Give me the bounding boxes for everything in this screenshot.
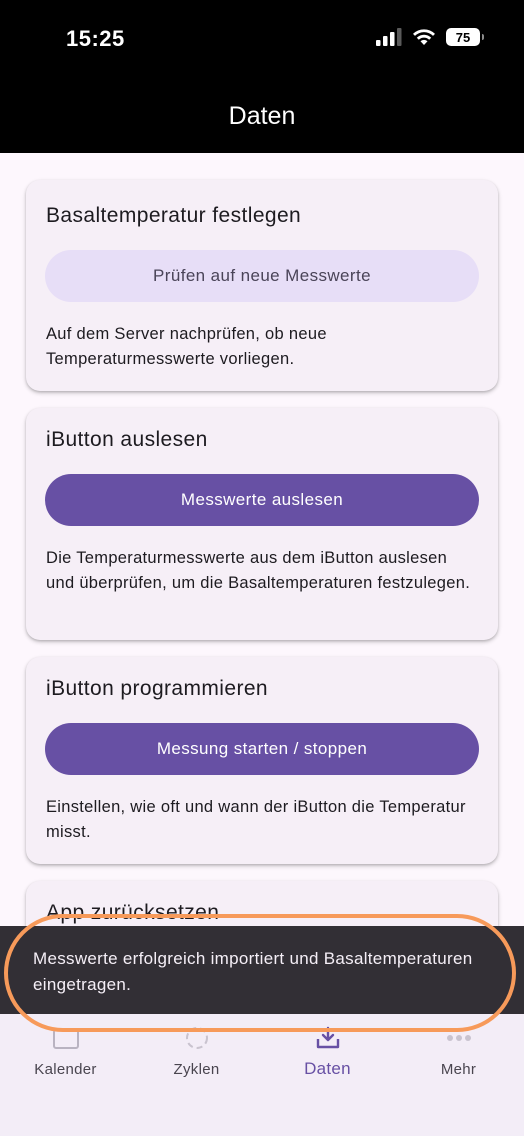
top-bar: 15:25 75 Daten — [0, 0, 524, 153]
nav-item-zyklen[interactable]: Zyklen — [131, 1013, 262, 1103]
nav-item-daten[interactable]: Daten — [262, 1013, 393, 1103]
page-title: Daten — [228, 102, 296, 130]
card-title: Basaltemperatur festlegen — [46, 204, 302, 227]
download-icon — [313, 1023, 343, 1053]
card-title: iButton auslesen — [46, 428, 208, 451]
status-icons: 75 — [376, 28, 484, 46]
battery-icon: 75 — [446, 28, 484, 46]
card-basaltemperatur: Basaltemperatur festlegen Prüfen auf neu… — [26, 180, 498, 391]
card-ibutton-read: iButton auslesen Messwerte auslesen Die … — [26, 408, 498, 640]
nav-item-mehr[interactable]: Mehr — [393, 1013, 524, 1103]
bottom-navigation: Kalender Zyklen Daten Mehr — [0, 1013, 524, 1136]
wifi-icon — [413, 29, 435, 45]
content-area[interactable]: Basaltemperatur festlegen Prüfen auf neu… — [0, 153, 524, 926]
more-icon — [444, 1023, 474, 1053]
nav-label: Daten — [304, 1059, 351, 1078]
snackbar-message: Messwerte erfolgreich importiert und Bas… — [33, 949, 473, 994]
card-description: Die Temperaturmesswerte aus dem iButton … — [46, 549, 471, 592]
card-description: Auf dem Server nachprüfen, ob neue Tempe… — [46, 325, 327, 368]
snackbar[interactable]: Messwerte erfolgreich importiert und Bas… — [0, 926, 524, 1014]
start-stop-measurement-button[interactable]: Messung starten / stoppen — [45, 723, 479, 775]
nav-label: Kalender — [34, 1061, 97, 1078]
nav-item-kalender[interactable]: Kalender — [0, 1013, 131, 1103]
card-ibutton-program: iButton programmieren Messung starten / … — [26, 657, 498, 864]
card-title: iButton programmieren — [46, 677, 268, 700]
check-new-readings-button[interactable]: Prüfen auf neue Messwerte — [45, 250, 479, 302]
card-description: Einstellen, wie oft und wann der iButton… — [46, 798, 466, 841]
nav-label: Mehr — [440, 1061, 477, 1078]
cellular-signal-icon — [376, 28, 402, 46]
cycle-icon — [182, 1023, 212, 1053]
card-app-reset: App zurücksetzen — [26, 881, 498, 926]
read-readings-button[interactable]: Messwerte auslesen — [45, 474, 479, 526]
battery-level: 75 — [455, 29, 471, 45]
nav-label: Zyklen — [173, 1061, 220, 1078]
calendar-icon — [51, 1023, 81, 1053]
card-title: App zurücksetzen — [46, 901, 220, 924]
status-time: 15:25 — [66, 26, 125, 51]
